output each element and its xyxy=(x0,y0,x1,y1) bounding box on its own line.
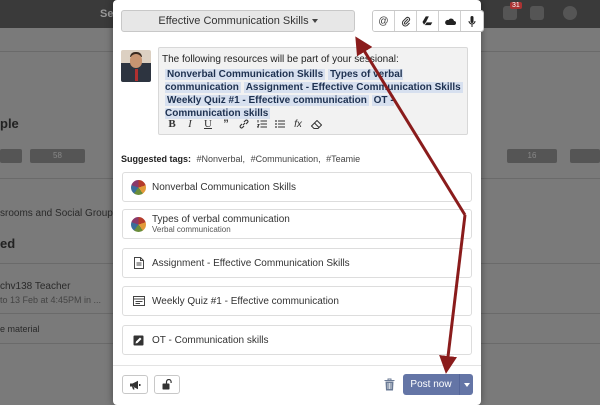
ordered-list-button[interactable] xyxy=(255,117,269,131)
microphone-icon xyxy=(468,15,476,27)
resource-title: Weekly Quiz #1 - Effective communication xyxy=(152,295,339,307)
bullet-list-button[interactable] xyxy=(273,117,287,131)
target-course-dropdown[interactable]: Effective Communication Skills xyxy=(121,10,355,32)
resource-item[interactable]: OT - Communication skills xyxy=(122,325,472,355)
formatting-toolbar: B I U ” fx xyxy=(165,117,323,131)
chevron-down-icon xyxy=(463,382,470,387)
target-course-label: Effective Communication Skills xyxy=(158,15,309,27)
course-thumbnail-icon xyxy=(131,216,146,232)
clear-format-button[interactable] xyxy=(309,117,323,131)
tag-communication[interactable]: #Communication, xyxy=(251,154,321,164)
resource-title: Assignment - Effective Communication Ski… xyxy=(152,257,350,269)
quote-icon: ” xyxy=(223,118,229,130)
quote-button[interactable]: ” xyxy=(219,117,233,131)
tag-nonverbal[interactable]: #Nonverbal, xyxy=(197,154,246,164)
resource-chip: Weekly Quiz #1 - Effective communication xyxy=(165,95,369,106)
eraser-icon xyxy=(310,119,322,129)
resource-item[interactable]: Types of verbal communication Verbal com… xyxy=(122,209,472,239)
tag-teamie[interactable]: #Teamie xyxy=(326,154,360,164)
delete-button[interactable] xyxy=(382,377,396,392)
editor-content[interactable]: The following resources will be part of … xyxy=(162,53,464,120)
resource-subtitle: Verbal communication xyxy=(152,225,231,234)
post-button-group: Post now xyxy=(403,374,473,395)
trash-icon xyxy=(384,378,394,391)
post-options-dropdown[interactable] xyxy=(459,374,473,395)
resource-item[interactable]: Assignment - Effective Communication Ski… xyxy=(122,248,472,278)
resource-chip: Assignment - Effective Communication Ski… xyxy=(243,82,463,93)
paperclip-icon xyxy=(401,16,410,26)
unlock-icon xyxy=(162,379,172,390)
cloud-icon xyxy=(444,18,456,25)
resource-item[interactable]: Weekly Quiz #1 - Effective communication xyxy=(122,286,472,316)
link-button[interactable] xyxy=(237,117,251,131)
google-drive-button[interactable] xyxy=(417,11,439,31)
onedrive-button[interactable] xyxy=(439,11,461,31)
editor-intro: The following resources will be part of … xyxy=(162,54,399,65)
document-icon xyxy=(133,257,144,269)
bullet-list-icon xyxy=(275,120,285,128)
bold-button[interactable]: B xyxy=(165,117,179,131)
background-text: e material xyxy=(0,324,40,334)
suggested-tags-label: Suggested tags: xyxy=(121,154,192,164)
post-now-button[interactable]: Post now xyxy=(403,374,459,395)
background-heading: ed xyxy=(0,236,16,251)
resource-title: OT - Communication skills xyxy=(152,334,269,346)
background-author: chv138 Teacher xyxy=(0,281,71,292)
background-pill: 58 xyxy=(30,149,85,163)
announcement-button[interactable] xyxy=(122,375,148,394)
notification-badge: 31 xyxy=(510,2,522,9)
edit-icon xyxy=(133,335,144,345)
record-audio-button[interactable] xyxy=(461,11,483,31)
quiz-icon xyxy=(132,296,145,306)
attachment-toolbar: @ xyxy=(372,10,484,32)
background-timestamp: to 13 Feb at 4:45PM in ... xyxy=(0,295,102,305)
resource-title: Types of verbal communication xyxy=(152,214,290,225)
attach-file-button[interactable] xyxy=(395,11,417,31)
resource-chip: Nonverbal Communication Skills xyxy=(165,69,326,80)
mention-button[interactable]: @ xyxy=(373,11,395,31)
background-pill: 16 xyxy=(507,149,557,163)
background-text: srooms and Social Groups xyxy=(0,208,118,219)
italic-button[interactable]: I xyxy=(183,117,197,131)
ordered-list-icon xyxy=(257,120,267,128)
post-dialog: Effective Communication Skills @ The fol… xyxy=(113,0,484,405)
link-icon xyxy=(239,119,249,129)
formula-button[interactable]: fx xyxy=(291,117,305,131)
privacy-button[interactable] xyxy=(154,375,180,394)
suggested-tags: Suggested tags: #Nonverbal, #Communicati… xyxy=(121,154,360,164)
at-icon: @ xyxy=(378,15,389,27)
profile-icon xyxy=(563,6,577,20)
course-thumbnail-icon xyxy=(131,179,146,195)
chevron-down-icon xyxy=(311,19,318,24)
resource-title: Nonverbal Communication Skills xyxy=(152,181,296,193)
resource-item[interactable]: Nonverbal Communication Skills xyxy=(122,172,472,202)
user-avatar xyxy=(121,50,151,82)
google-drive-icon xyxy=(422,16,433,26)
megaphone-icon xyxy=(130,380,141,389)
post-editor[interactable]: The following resources will be part of … xyxy=(158,47,468,135)
background-topbar-text: Se xyxy=(100,8,114,20)
background-heading: ple xyxy=(0,116,19,131)
calendar-icon xyxy=(530,6,544,20)
underline-button[interactable]: U xyxy=(201,117,215,131)
footer-divider xyxy=(113,365,481,366)
